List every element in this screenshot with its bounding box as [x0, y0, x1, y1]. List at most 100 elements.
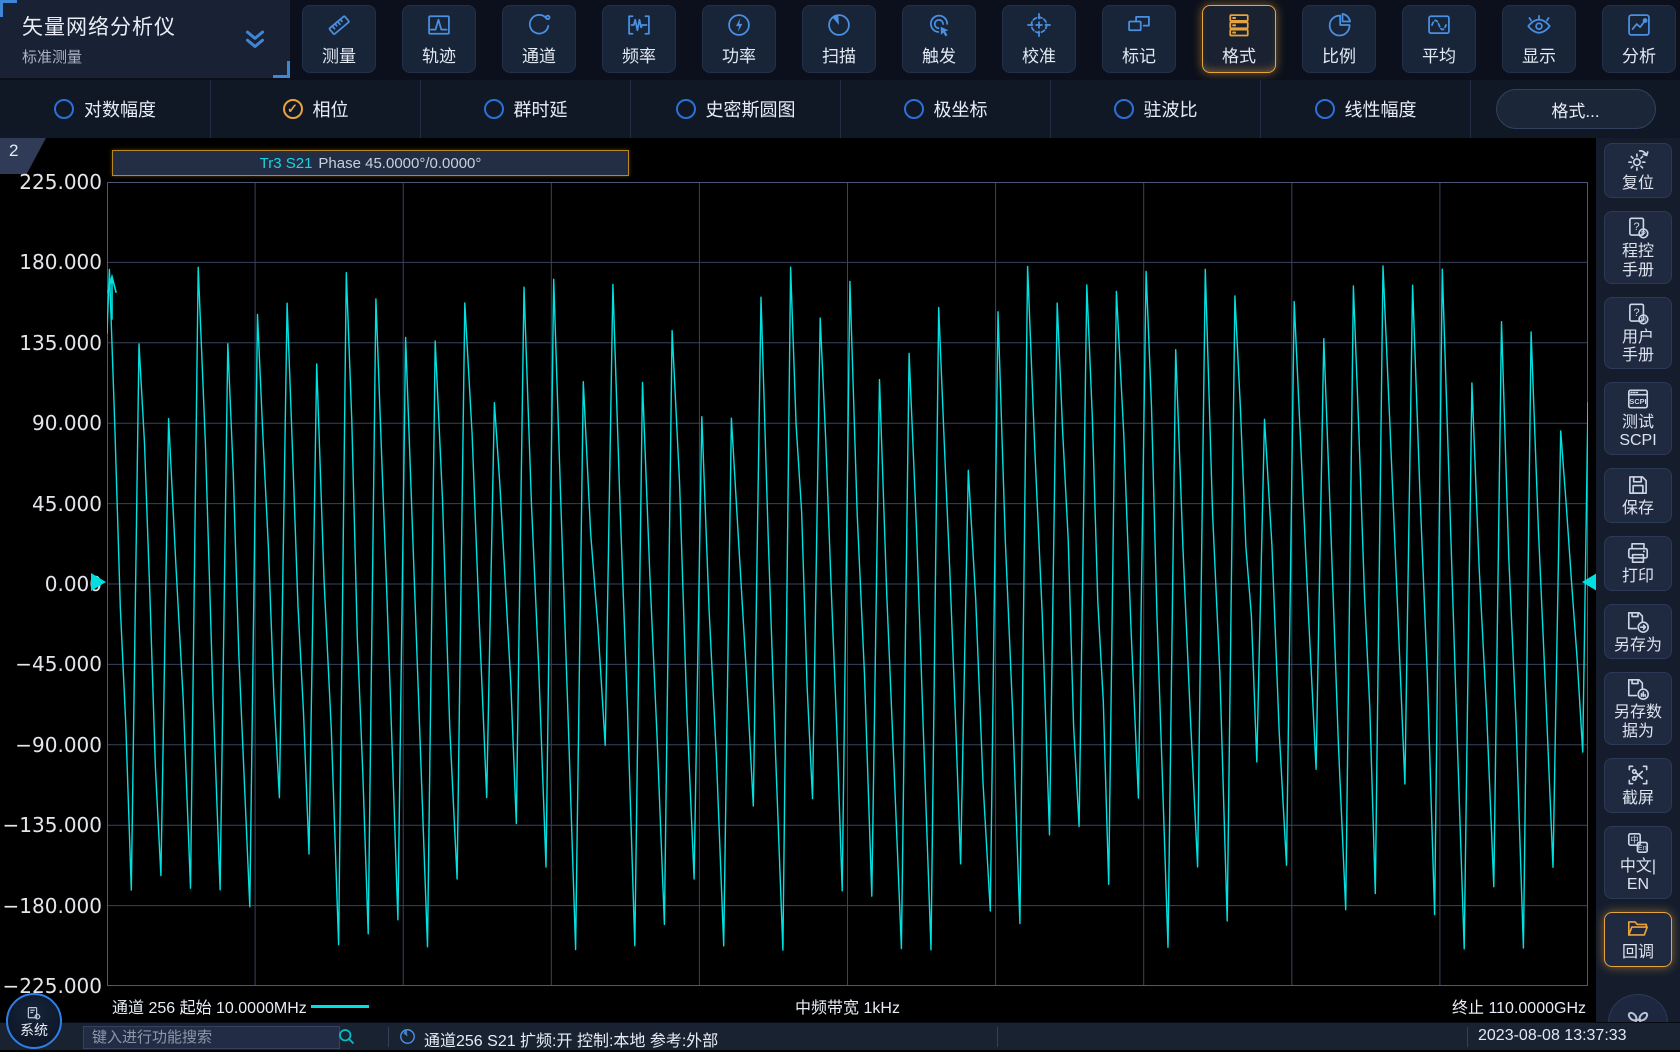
- svg-text:H: H: [1641, 315, 1646, 324]
- sidebar-button-user-manual[interactable]: ?H用户 手册: [1604, 297, 1672, 369]
- window-number-badge: 2: [0, 138, 46, 174]
- toolbar-buttons: 测量轨迹 通道 频率功率 扫描 触发 校准 标记格式比例 平均显示 分析: [302, 5, 1676, 73]
- ruler-icon: [325, 11, 353, 39]
- toolbar-button-label: 通道: [522, 42, 556, 67]
- analysis-icon: [1625, 11, 1653, 39]
- search-icon[interactable]: [336, 1026, 357, 1047]
- format-option-label: 线性幅度: [1345, 96, 1417, 122]
- toolbar-button-power[interactable]: 功率: [702, 5, 776, 73]
- sidebar-button-label: 另存数 据为: [1614, 704, 1662, 741]
- format-option-label: 史密斯圆图: [706, 96, 796, 122]
- average-icon: [1425, 11, 1453, 39]
- chart-area: 2 Tr3 S21 Phase 45.0000°/0.0000° 225.000…: [0, 138, 1596, 1022]
- screenshot-icon: [1625, 762, 1651, 788]
- toolbar-button-trigger[interactable]: 触发: [902, 5, 976, 73]
- trace-name: Tr3 S21: [260, 155, 313, 172]
- sidebar-button-recall[interactable]: 回调: [1604, 912, 1672, 967]
- vna-screen: { "app": { "title": "矢量网络分析仪", "subtitle…: [0, 0, 1680, 1050]
- search-input[interactable]: [83, 1026, 340, 1049]
- sweep-icon: [825, 11, 853, 39]
- svg-text:En: En: [1638, 845, 1647, 852]
- y-axis-tick-label: −45.000: [15, 652, 102, 676]
- save-data-as-icon: [1625, 676, 1651, 702]
- sidebar-button-screenshot[interactable]: 截屏: [1604, 758, 1672, 813]
- reference-level-marker-left[interactable]: [91, 573, 106, 591]
- app-title-block[interactable]: 矢量网络分析仪 标准测量: [0, 0, 290, 78]
- sweep-status-icon: [398, 1027, 417, 1046]
- format-option-label: 群时延: [514, 96, 568, 122]
- calibration-icon: [1025, 11, 1053, 39]
- format-more-cell: 格式...: [1470, 80, 1680, 138]
- y-axis-tick-label: 135.000: [19, 331, 102, 355]
- toolbar-button-trace[interactable]: 轨迹: [402, 5, 476, 73]
- sidebar-button-label: 打印: [1622, 568, 1654, 586]
- format-option-3[interactable]: 史密斯圆图: [630, 80, 840, 138]
- format-option-5[interactable]: 驻波比: [1050, 80, 1260, 138]
- toolbar-button-sweep[interactable]: 扫描: [802, 5, 876, 73]
- y-axis-tick-label: 225.000: [19, 170, 102, 194]
- svg-text:P: P: [1641, 229, 1646, 238]
- sidebar-button-save-data-as[interactable]: 另存数 据为: [1604, 672, 1672, 744]
- power-icon: [725, 11, 753, 39]
- trace-format-detail: Phase 45.0000°/0.0000°: [318, 155, 481, 172]
- channel-stop-label: 终止 110.0000GHz: [1452, 994, 1586, 1018]
- marker-icon: [1125, 11, 1153, 39]
- clock-timestamp: 2023-08-08 13:37:33: [1478, 1027, 1627, 1045]
- trace-title-bar[interactable]: Tr3 S21 Phase 45.0000°/0.0000°: [112, 150, 629, 176]
- format-option-6[interactable]: 线性幅度: [1260, 80, 1470, 138]
- user-manual-icon: ?H: [1625, 301, 1651, 327]
- toolbar-button-label: 显示: [1522, 42, 1556, 67]
- format-options-row: 对数幅度✓相位 群时延 史密斯圆图 极坐标驻波比 线性幅度 格式...: [0, 80, 1680, 138]
- y-axis-tick-label: −90.000: [15, 733, 102, 757]
- scpi-test-icon: SCPI: [1625, 386, 1651, 412]
- system-button[interactable]: 系统: [6, 993, 62, 1049]
- sidebar-button-programming-manual[interactable]: ?P程控 手册: [1604, 211, 1672, 283]
- toolbar-button-channel[interactable]: 通道: [502, 5, 576, 73]
- toolbar-button-frequency[interactable]: 频率: [602, 5, 676, 73]
- y-axis-tick-label: −135.000: [3, 813, 102, 837]
- sidebar-button-save[interactable]: 保存: [1604, 468, 1672, 523]
- format-more-button[interactable]: 格式...: [1496, 89, 1656, 129]
- toolbar-button-label: 校准: [1022, 42, 1056, 67]
- chevron-double-down-icon[interactable]: [240, 24, 270, 54]
- sidebar-button-language-toggle[interactable]: 中En中文| EN: [1604, 826, 1672, 898]
- toolbar-button-label: 扫描: [822, 42, 856, 67]
- statusbar-divider: [388, 1027, 389, 1047]
- toolbar-button-format[interactable]: 格式: [1202, 5, 1276, 73]
- radio-icon: [1114, 99, 1134, 119]
- format-option-0[interactable]: 对数幅度: [0, 80, 210, 138]
- sidebar-button-label: 中文| EN: [1620, 858, 1656, 895]
- statusbar-divider: [1467, 1027, 1468, 1047]
- toolbar-button-calibration[interactable]: 校准: [1002, 5, 1076, 73]
- top-toolbar: 矢量网络分析仪 标准测量 测量轨迹 通道 频率功率 扫描 触发 校准 标记格式比例 平均显示 分…: [0, 0, 1680, 80]
- right-sidebar: 复位 ?P程控 手册 ?H用户 手册 SCPI 测试 SCPI 保存打印另存为另存数 据为…: [1596, 138, 1680, 1050]
- toolbar-button-ruler[interactable]: 测量: [302, 5, 376, 73]
- toolbar-button-label: 轨迹: [422, 42, 456, 67]
- chart-footer: 通道 256 起始 10.0000MHz 中频带宽 1kHz 终止 110.00…: [0, 991, 1596, 1017]
- format-option-2[interactable]: 群时延: [420, 80, 630, 138]
- format-option-1[interactable]: ✓相位: [210, 80, 420, 138]
- y-axis-tick-label: 90.000: [32, 411, 102, 435]
- app-subtitle: 标准测量: [22, 46, 82, 67]
- toolbar-button-marker[interactable]: 标记: [1102, 5, 1176, 73]
- toolbar-button-label: 触发: [922, 42, 956, 67]
- toolbar-button-label: 功率: [722, 42, 756, 67]
- toolbar-button-scale[interactable]: 比例: [1302, 5, 1376, 73]
- svg-text:SCPI: SCPI: [1629, 397, 1646, 406]
- sidebar-button-scpi-test[interactable]: SCPI 测试 SCPI: [1604, 382, 1672, 454]
- frequency-icon: [625, 11, 653, 39]
- sidebar-button-label: 保存: [1622, 500, 1654, 518]
- system-gear-icon: [25, 1005, 43, 1023]
- reference-level-marker-right[interactable]: [1582, 573, 1597, 591]
- sidebar-button-reset[interactable]: 复位: [1604, 143, 1672, 198]
- toolbar-button-display[interactable]: 显示: [1502, 5, 1576, 73]
- sidebar-button-save-as[interactable]: 另存为: [1604, 604, 1672, 659]
- sidebar-button-print[interactable]: 打印: [1604, 536, 1672, 591]
- toolbar-button-analysis[interactable]: 分析: [1602, 5, 1676, 73]
- sidebar-button-label: 测试 SCPI: [1619, 414, 1656, 451]
- format-option-4[interactable]: 极坐标: [840, 80, 1050, 138]
- language-toggle-icon: 中En: [1625, 830, 1651, 856]
- toolbar-button-label: 比例: [1322, 42, 1356, 67]
- radio-icon: [676, 99, 696, 119]
- toolbar-button-average[interactable]: 平均: [1402, 5, 1476, 73]
